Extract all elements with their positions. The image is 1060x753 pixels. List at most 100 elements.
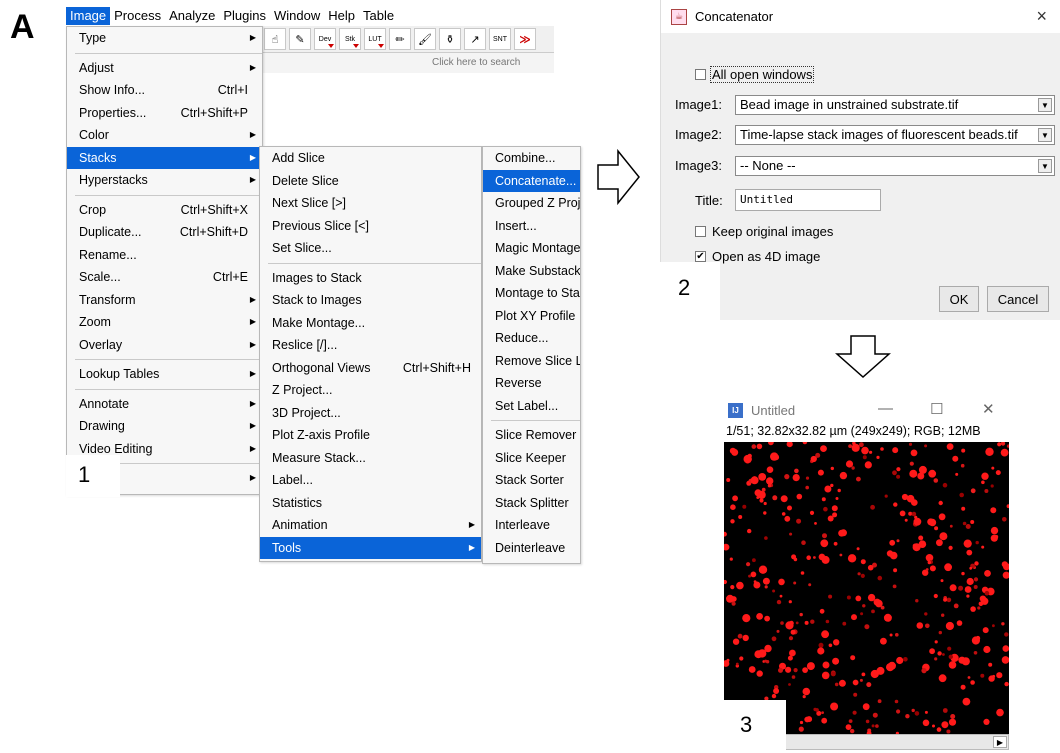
dev-tool-button[interactable]: Dev bbox=[314, 28, 336, 50]
stk-tool-button[interactable]: Stk bbox=[339, 28, 361, 50]
menu-item-concatenate[interactable]: Concatenate... bbox=[483, 169, 580, 192]
menu-item-make-montage[interactable]: Make Montage... bbox=[260, 312, 481, 335]
menu-item-color[interactable]: Color ▶ bbox=[67, 124, 262, 147]
snt-tool-button[interactable]: SNT bbox=[489, 28, 511, 50]
image2-select[interactable]: Time-lapse stack images of fluorescent b… bbox=[735, 125, 1055, 145]
menu-item-measure-stack[interactable]: Measure Stack... bbox=[260, 447, 481, 470]
menu-item-remove-slice-labels[interactable]: Remove Slice L bbox=[483, 350, 580, 373]
menu-item-3d-project[interactable]: 3D Project... bbox=[260, 402, 481, 425]
bead-dot bbox=[889, 551, 898, 560]
menu-item-transform[interactable]: Transform ▶ bbox=[67, 289, 262, 312]
menu-item-interleave[interactable]: Interleave bbox=[483, 514, 580, 537]
menu-item-duplicate[interactable]: Duplicate... Ctrl+Shift+D bbox=[67, 221, 262, 244]
menu-item-plot-xy-profile[interactable]: Plot XY Profile bbox=[483, 305, 580, 328]
bead-dot bbox=[819, 608, 825, 614]
menu-item-zoom[interactable]: Zoom ▶ bbox=[67, 311, 262, 334]
all-open-windows-checkbox[interactable] bbox=[695, 69, 706, 80]
menu-item-crop[interactable]: Crop Ctrl+Shift+X bbox=[67, 199, 262, 222]
cancel-button[interactable]: Cancel bbox=[987, 286, 1049, 312]
close-icon[interactable]: ✕ bbox=[982, 400, 995, 418]
menu-item-reverse[interactable]: Reverse bbox=[483, 372, 580, 395]
scroll-hand-icon[interactable]: ☝ bbox=[264, 28, 286, 50]
bead-image-canvas[interactable] bbox=[724, 442, 1009, 734]
menu-item-stack-to-images[interactable]: Stack to Images bbox=[260, 289, 481, 312]
menu-item-show-info[interactable]: Show Info... Ctrl+I bbox=[67, 79, 262, 102]
menu-item-slice-keeper[interactable]: Slice Keeper bbox=[483, 447, 580, 470]
arrow-tool-icon[interactable]: ↗ bbox=[464, 28, 486, 50]
menu-analyze[interactable]: Analyze bbox=[165, 7, 219, 25]
open-4d-checkbox[interactable]: ✔ bbox=[695, 251, 706, 262]
bead-dot bbox=[939, 532, 948, 541]
minimize-icon[interactable]: — bbox=[878, 400, 893, 417]
menu-item-type[interactable]: Type ▶ bbox=[67, 27, 262, 50]
menu-item-scale[interactable]: Scale... Ctrl+E bbox=[67, 266, 262, 289]
menu-item-plot-z-axis-profile[interactable]: Plot Z-axis Profile bbox=[260, 424, 481, 447]
bead-dot bbox=[960, 684, 966, 690]
menu-item-animation[interactable]: Animation ▶ bbox=[260, 514, 481, 537]
menu-item-grouped-z-project[interactable]: Grouped Z Proje bbox=[483, 192, 580, 215]
menu-item-stack-splitter[interactable]: Stack Splitter bbox=[483, 492, 580, 515]
menu-item-next-slice[interactable]: Next Slice [>] bbox=[260, 192, 481, 215]
menu-window[interactable]: Window bbox=[270, 7, 324, 25]
menu-help[interactable]: Help bbox=[324, 7, 359, 25]
more-tools-icon[interactable]: ≫ bbox=[514, 28, 536, 50]
menu-item-annotate[interactable]: Annotate ▶ bbox=[67, 393, 262, 416]
color-picker-icon[interactable]: ✎ bbox=[289, 28, 311, 50]
bead-dot bbox=[961, 448, 966, 453]
menu-table[interactable]: Table bbox=[359, 7, 398, 25]
menu-item-reduce[interactable]: Reduce... bbox=[483, 327, 580, 350]
keep-original-checkbox[interactable] bbox=[695, 226, 706, 237]
flood-fill-icon[interactable]: ⚱ bbox=[439, 28, 461, 50]
image3-select[interactable]: -- None -- ▼ bbox=[735, 156, 1055, 176]
menu-item-drawing[interactable]: Drawing ▶ bbox=[67, 415, 262, 438]
bead-dot bbox=[896, 539, 900, 543]
menu-item-delete-slice[interactable]: Delete Slice bbox=[260, 170, 481, 193]
menu-item-tools[interactable]: Tools ▶ bbox=[260, 536, 481, 559]
keep-original-option[interactable]: Keep original images bbox=[695, 224, 833, 239]
bead-dot bbox=[889, 539, 896, 546]
pencil-icon[interactable]: ✏ bbox=[389, 28, 411, 50]
menu-item-overlay[interactable]: Overlay ▶ bbox=[67, 334, 262, 357]
lut-tool-button[interactable]: LUT bbox=[364, 28, 386, 50]
menu-item-make-substack[interactable]: Make Substack bbox=[483, 260, 580, 283]
menu-item-magic-montage[interactable]: Magic Montage bbox=[483, 237, 580, 260]
bead-dot bbox=[852, 710, 857, 715]
close-icon[interactable]: × bbox=[1036, 6, 1047, 27]
menu-item-set-label[interactable]: Set Label... bbox=[483, 395, 580, 418]
menu-item-adjust[interactable]: Adjust ▶ bbox=[67, 57, 262, 80]
menu-item-stacks[interactable]: Stacks ▶ bbox=[67, 146, 262, 169]
bead-dot bbox=[896, 474, 901, 479]
bead-dot bbox=[789, 532, 793, 536]
menu-plugins[interactable]: Plugins bbox=[219, 7, 270, 25]
menu-item-stack-sorter[interactable]: Stack Sorter bbox=[483, 469, 580, 492]
menu-item-set-slice[interactable]: Set Slice... bbox=[260, 237, 481, 260]
menu-item-statistics[interactable]: Statistics bbox=[260, 492, 481, 515]
menu-item-orthogonal-views[interactable]: Orthogonal Views Ctrl+Shift+H bbox=[260, 357, 481, 380]
menu-item-combine[interactable]: Combine... bbox=[483, 147, 580, 170]
menu-item-reslice[interactable]: Reslice [/]... bbox=[260, 334, 481, 357]
menu-item-properties[interactable]: Properties... Ctrl+Shift+P bbox=[67, 102, 262, 125]
menu-item-montage-to-stack[interactable]: Montage to Stac bbox=[483, 282, 580, 305]
menu-item-insert[interactable]: Insert... bbox=[483, 215, 580, 238]
scroll-right-arrow-icon[interactable]: ▶ bbox=[993, 736, 1007, 748]
ok-button[interactable]: OK bbox=[939, 286, 979, 312]
maximize-icon[interactable]: ☐ bbox=[930, 400, 943, 418]
search-bar[interactable]: Click here to search bbox=[262, 53, 554, 73]
menu-item-add-slice[interactable]: Add Slice bbox=[260, 147, 481, 170]
menu-item-deinterleave[interactable]: Deinterleave bbox=[483, 537, 580, 560]
all-open-windows-option[interactable]: All open windows bbox=[695, 66, 815, 83]
menu-process[interactable]: Process bbox=[110, 7, 165, 25]
menu-item-z-project[interactable]: Z Project... bbox=[260, 379, 481, 402]
menu-item-label[interactable]: Label... bbox=[260, 469, 481, 492]
title-input[interactable]: Untitled bbox=[735, 189, 881, 211]
menu-item-lookup-tables[interactable]: Lookup Tables ▶ bbox=[67, 363, 262, 386]
bead-dot bbox=[977, 606, 981, 610]
image1-select[interactable]: Bead image in unstrained substrate.tif ▼ bbox=[735, 95, 1055, 115]
menu-item-slice-remover[interactable]: Slice Remover bbox=[483, 424, 580, 447]
menu-item-previous-slice[interactable]: Previous Slice [<] bbox=[260, 215, 481, 238]
menu-item-hyperstacks[interactable]: Hyperstacks ▶ bbox=[67, 169, 262, 192]
menu-item-rename[interactable]: Rename... bbox=[67, 244, 262, 267]
menu-image[interactable]: Image bbox=[66, 7, 111, 25]
menu-item-images-to-stack[interactable]: Images to Stack bbox=[260, 267, 481, 290]
brush-icon[interactable]: 🖌 bbox=[414, 28, 436, 50]
